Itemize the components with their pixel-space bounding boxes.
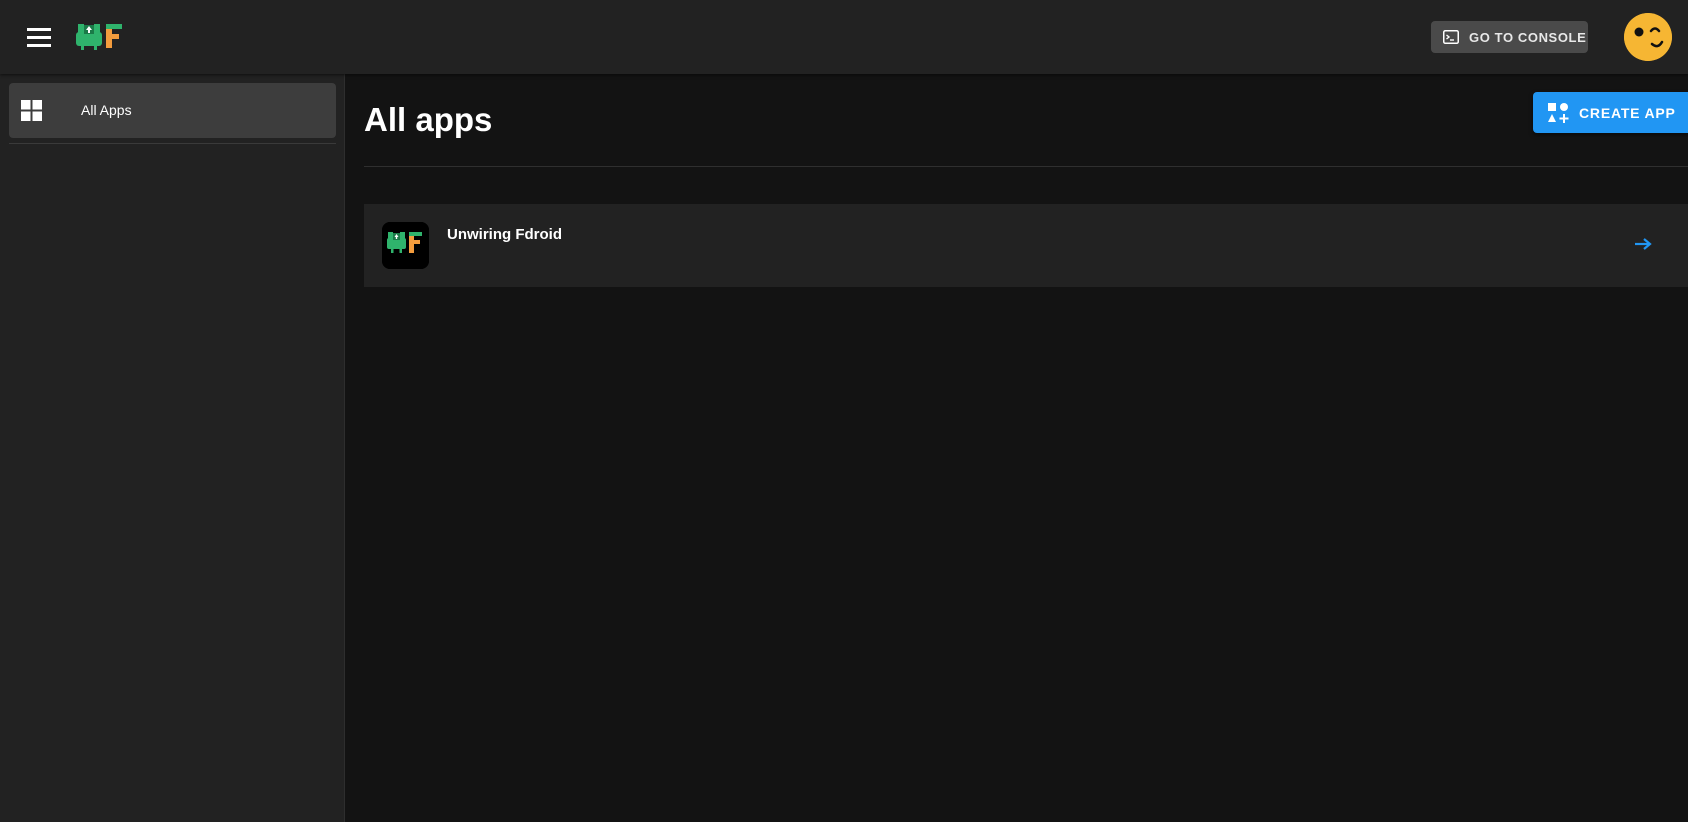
go-to-console-button[interactable]: GO TO CONSOLE [1431, 21, 1588, 53]
winking-face-avatar-icon [1624, 13, 1672, 61]
create-app-label: CREATE APP [1579, 104, 1676, 121]
page-title: All apps [364, 101, 493, 138]
title-divider [364, 166, 1688, 167]
uf-app-icon [382, 222, 429, 269]
arrow-right-icon[interactable] [1632, 233, 1654, 255]
go-to-console-label: GO TO CONSOLE [1469, 29, 1587, 45]
app-list-item[interactable]: Unwiring Fdroid [364, 204, 1688, 287]
app-name: Unwiring Fdroid [447, 226, 562, 243]
top-app-bar: GO TO CONSOLE [0, 0, 1688, 74]
hamburger-menu-icon[interactable] [24, 24, 54, 50]
sidebar-item-label: All Apps [81, 102, 132, 118]
add-app-icon [1548, 102, 1569, 123]
user-avatar[interactable] [1624, 13, 1672, 61]
create-app-button[interactable]: CREATE APP [1533, 92, 1688, 133]
sidebar: All Apps [0, 74, 345, 822]
sidebar-item-all-apps[interactable]: All Apps [9, 83, 336, 138]
app-root: GO TO CONSOLE All Apps All apps CREATE A… [0, 0, 1688, 822]
apps-grid-icon [21, 100, 42, 121]
uf-logo-icon[interactable] [74, 20, 126, 54]
sidebar-divider [9, 143, 336, 144]
terminal-icon [1443, 30, 1459, 44]
